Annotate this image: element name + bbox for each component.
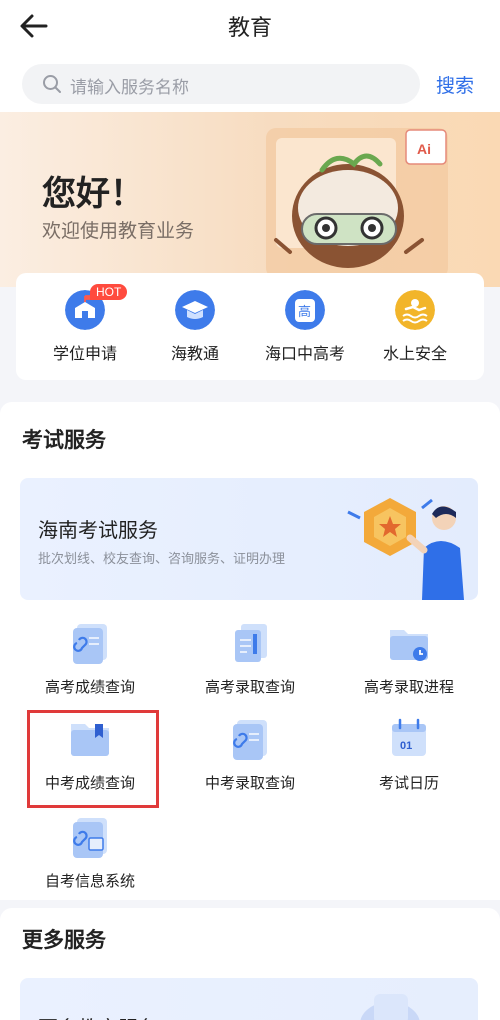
- welcome-text: 欢迎使用教育业务: [42, 220, 195, 242]
- calendar-icon: 01: [392, 718, 426, 756]
- highlight-box: [27, 710, 159, 808]
- page-title: 教育: [227, 16, 272, 41]
- service-gaokao-admission[interactable]: 高考录取查询: [175, 620, 325, 700]
- calendar-icon-text: 01: [400, 740, 412, 752]
- more-education-title: 更多教育服务: [38, 1012, 158, 1020]
- service-label: 高考录取查询: [204, 678, 295, 696]
- quick-item-water-safety[interactable]: 水上安全: [360, 290, 470, 370]
- welcome-banner: 您好！ 欢迎使用教育业务 Ai: [0, 112, 500, 287]
- service-label: 中考录取查询: [204, 774, 295, 792]
- graduation-cap-icon: [175, 290, 215, 330]
- gao-badge-icon: 高: [285, 290, 325, 330]
- service-zhongkao-admission[interactable]: 中考录取查询: [175, 716, 325, 796]
- hot-badge: HOT: [90, 284, 128, 300]
- quick-item-label: 学位申请: [52, 344, 117, 363]
- service-self-study[interactable]: 自考信息系统: [15, 814, 165, 894]
- ai-badge-text: Ai: [417, 141, 431, 157]
- search-button[interactable]: 搜索: [436, 71, 474, 98]
- service-exam-calendar[interactable]: 01 考试日历: [334, 716, 484, 796]
- quick-item-haijiaotong[interactable]: 海教通: [140, 290, 250, 370]
- section-title-more: 更多服务: [22, 928, 106, 952]
- swimmer-icon: [395, 290, 435, 330]
- more-services-illustration: [360, 994, 420, 1020]
- trophy-person-illustration: [347, 498, 464, 600]
- quick-item-haikou-exam[interactable]: 高 海口中高考: [250, 290, 360, 370]
- gao-badge-text: 高: [298, 304, 311, 320]
- search-placeholder: 请输入服务名称: [70, 78, 189, 98]
- search-input[interactable]: 请输入服务名称: [22, 64, 420, 104]
- search-icon: [43, 75, 61, 93]
- service-label: 自考信息系统: [44, 872, 135, 890]
- quick-services-card: HOT 学位申请 海教通 高 海口中高考 水上安全: [16, 273, 484, 380]
- quick-item-label: 海教通: [170, 344, 219, 363]
- greeting: 您好！: [42, 174, 144, 214]
- coconut-mascot-illustration: Ai: [266, 128, 448, 278]
- score-doc-icon: [233, 720, 267, 760]
- quick-item-label: 海口中高考: [264, 344, 345, 363]
- service-gaokao-progress[interactable]: 高考录取进程: [334, 620, 484, 700]
- score-doc-icon: [73, 624, 107, 664]
- admission-doc-icon: [235, 624, 267, 662]
- self-study-doc-icon: [73, 818, 107, 858]
- hainan-exam-subtitle: 批次划线、校友查询、咨询服务、证明办理: [38, 552, 286, 567]
- service-gaokao-score[interactable]: 高考成绩查询: [15, 620, 165, 700]
- quick-item-degree-apply[interactable]: HOT 学位申请: [30, 284, 140, 370]
- top-bar: 教育 请输入服务名称 搜索: [0, 0, 500, 112]
- more-education-card[interactable]: 更多教育服务: [20, 978, 478, 1020]
- hainan-exam-card[interactable]: 海南考试服务 批次划线、校友查询、咨询服务、证明办理: [20, 478, 478, 600]
- section-title-exam: 考试服务: [22, 428, 106, 452]
- quick-item-label: 水上安全: [382, 344, 447, 363]
- folder-clock-icon: [390, 630, 428, 661]
- service-label: 高考成绩查询: [44, 678, 135, 696]
- service-label: 考试日历: [378, 774, 439, 792]
- hainan-exam-title: 海南考试服务: [38, 518, 158, 542]
- service-label: 高考录取进程: [363, 678, 454, 696]
